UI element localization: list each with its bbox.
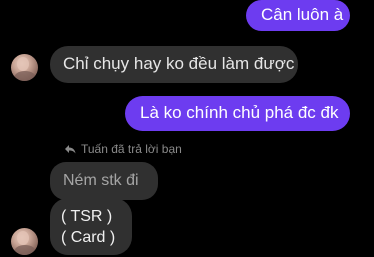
message-outgoing-1[interactable]: Cân luôn à (246, 0, 350, 31)
message-line: ( Card ) (61, 229, 116, 246)
reply-arrow-icon (64, 144, 76, 154)
reply-indicator-text: Tuấn đã trả lời bạn (81, 142, 182, 156)
avatar-image (14, 57, 36, 81)
quoted-message[interactable]: Ném stk đi (50, 162, 158, 200)
avatar-image (14, 231, 36, 255)
message-outgoing-2[interactable]: Là ko chính chủ phá đc đk (125, 96, 350, 131)
contact-avatar[interactable] (11, 54, 38, 81)
message-line: ( TSR ) (61, 208, 113, 225)
message-text: Cân luôn à (261, 5, 344, 25)
chat-thread: Cân luôn à Chỉ chụy hay ko đều làm được … (0, 0, 374, 257)
message-incoming-2[interactable]: ( TSR ) ( Card ) (50, 198, 132, 255)
reply-indicator: Tuấn đã trả lời bạn (64, 142, 182, 156)
message-text: Ném stk đi (63, 172, 139, 190)
message-incoming-1[interactable]: Chỉ chụy hay ko đều làm được (50, 46, 298, 83)
message-text: Là ko chính chủ phá đc đk (140, 103, 339, 123)
contact-avatar[interactable] (11, 228, 38, 255)
message-text: Chỉ chụy hay ko đều làm được (63, 54, 295, 74)
